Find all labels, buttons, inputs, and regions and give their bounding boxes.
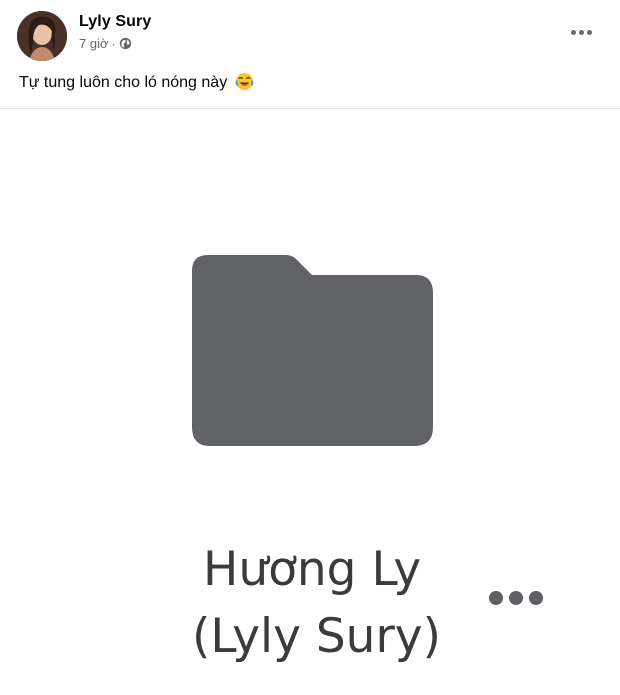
folder-name-line1: Hương Ly	[203, 542, 422, 597]
globe-icon[interactable]	[119, 37, 132, 50]
more-dot	[578, 29, 584, 35]
post-meta: 7 giờ ·	[79, 36, 132, 51]
avatar-image	[17, 11, 67, 61]
post-time[interactable]: 7 giờ	[79, 36, 109, 51]
author-name[interactable]: Lyly Sury	[79, 13, 151, 31]
post-image[interactable]: Hương Ly (Lyly Sury)	[0, 109, 620, 695]
post-message: Tự tung luôn cho ló nóng này	[19, 74, 228, 91]
post-header: Lyly Sury 7 giờ ·	[0, 0, 620, 70]
folder-more-icon	[489, 591, 543, 605]
meta-separator: ·	[111, 36, 116, 51]
avatar[interactable]	[17, 11, 67, 61]
post-text: Tự tung luôn cho ló nóng này	[19, 72, 254, 92]
laughing-crying-emoji-icon	[235, 72, 254, 91]
folder-more-dot	[489, 591, 503, 605]
folder-icon	[192, 255, 433, 446]
more-dot	[586, 29, 592, 35]
folder-more-dot	[529, 591, 543, 605]
post-options-button[interactable]	[570, 22, 592, 42]
folder-name-line2: (Lyly Sury)	[192, 609, 441, 664]
folder-more-dot	[509, 591, 523, 605]
more-dot	[570, 29, 576, 35]
